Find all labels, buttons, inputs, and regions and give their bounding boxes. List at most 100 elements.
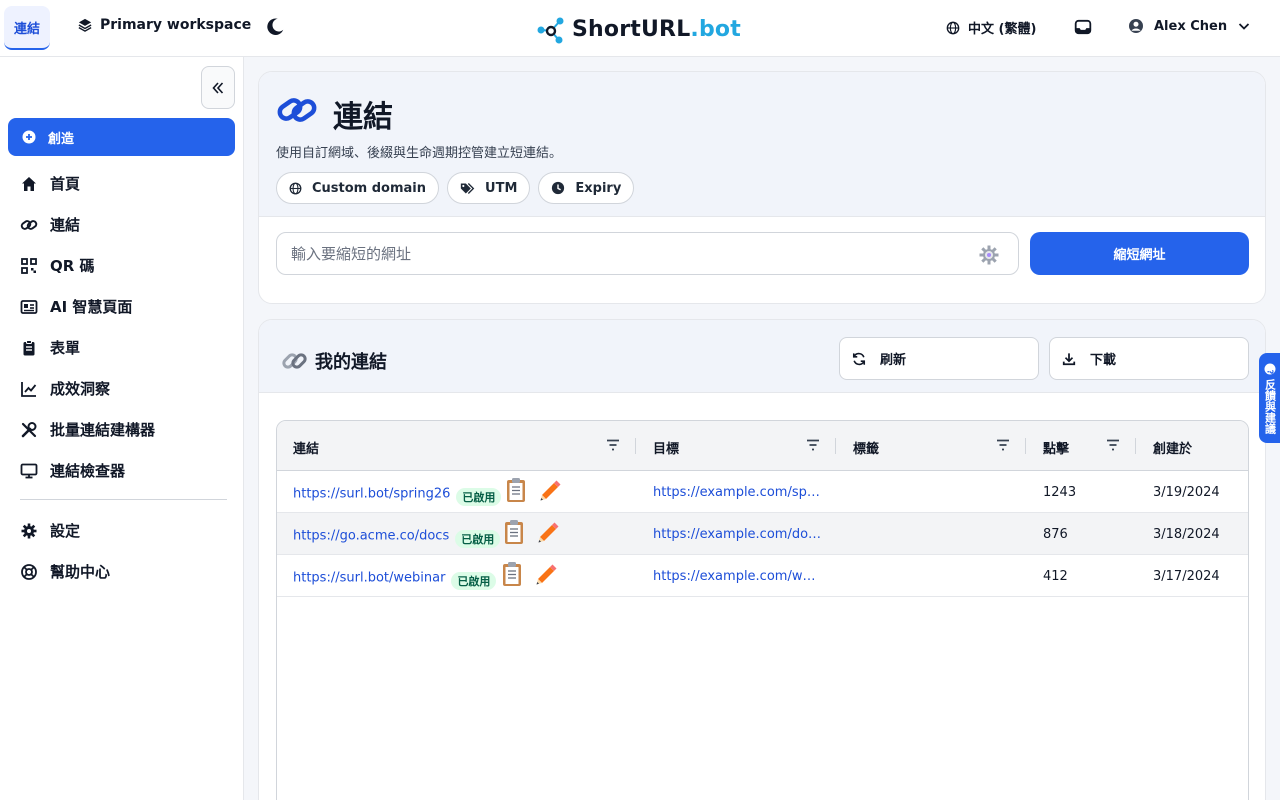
- feedback-tab[interactable]: ? 反饋與建議: [1259, 353, 1280, 443]
- language-label: 中文 (繁體): [968, 22, 1037, 37]
- shorten-url-button[interactable]: 縮短網址: [1030, 232, 1249, 275]
- pencil-icon[interactable]: [535, 519, 561, 545]
- language-selector[interactable]: 中文 (繁體): [946, 18, 1036, 37]
- sidebar-item-settings[interactable]: 設定: [0, 510, 244, 551]
- user-menu[interactable]: Alex Chen: [1128, 18, 1251, 34]
- sidebar-item-forms[interactable]: 表單: [0, 327, 244, 368]
- sidebar-item-bulk-builder[interactable]: 批量連結建構器: [0, 409, 244, 450]
- collapse-sidebar-button[interactable]: [201, 66, 235, 109]
- target-url[interactable]: https://example.com/webinar-registration: [653, 569, 823, 584]
- short-link[interactable]: https://surl.bot/spring26: [293, 487, 450, 502]
- logo[interactable]: ShortURL.bot: [536, 14, 741, 44]
- clock-icon: [552, 181, 565, 195]
- tools-icon: [21, 421, 37, 437]
- tab-links[interactable]: 連結: [4, 6, 50, 50]
- table-row: https://surl.bot/spring26 已啟用 https://exa…: [277, 471, 1248, 513]
- sidebar-item-label: 設定: [50, 522, 81, 540]
- chip-label: Expiry: [575, 180, 622, 196]
- column-header-created[interactable]: 創建於: [1153, 438, 1192, 457]
- logo-text: ShortURL: [572, 16, 691, 42]
- feature-chips: Custom domain UTM Expiry: [276, 172, 635, 204]
- sidebar-item-help[interactable]: 幫助中心: [0, 551, 244, 592]
- user-name: Alex Chen: [1154, 18, 1228, 34]
- sidebar-item-label: 批量連結建構器: [50, 421, 156, 439]
- plus-circle-icon: [22, 130, 36, 144]
- column-header-clicks[interactable]: 點擊: [1043, 438, 1069, 457]
- filter-icon[interactable]: [806, 439, 820, 451]
- help-circle-icon: ?: [1264, 363, 1275, 374]
- link-icon: [20, 219, 38, 230]
- copy-clipboard-icon[interactable]: [501, 561, 523, 587]
- sidebar: 創造 首頁 連結 QR 碼 AI 智慧頁面 表單 成效洞察 批量連結建構器 連結…: [0, 57, 244, 800]
- column-separator: [1025, 438, 1026, 454]
- url-input-placeholder: 輸入要縮短的網址: [291, 245, 412, 263]
- column-separator: [635, 438, 636, 454]
- chevron-down-icon: [1238, 23, 1250, 30]
- sidebar-item-home[interactable]: 首頁: [0, 163, 244, 204]
- column-separator: [835, 438, 836, 454]
- sidebar-item-link-checker[interactable]: 連結檢查器: [0, 450, 244, 491]
- column-header-tags[interactable]: 標籤: [853, 438, 879, 457]
- download-icon: [1062, 352, 1076, 365]
- row-actions: [503, 519, 561, 545]
- qr-code-icon: [21, 257, 37, 274]
- create-button[interactable]: 創造: [8, 118, 235, 156]
- inbox-icon[interactable]: [1074, 18, 1092, 36]
- filter-icon[interactable]: [996, 439, 1010, 451]
- workspace-name: Primary workspace: [100, 17, 252, 33]
- filter-icon[interactable]: [606, 439, 620, 451]
- clicks-cell: 412: [1043, 569, 1068, 584]
- sidebar-nav: 首頁 連結 QR 碼 AI 智慧頁面 表單 成效洞察 批量連結建構器 連結檢查器…: [0, 163, 244, 592]
- sidebar-item-insights[interactable]: 成效洞察: [0, 368, 244, 409]
- layers-icon: [78, 18, 92, 32]
- table-row: https://surl.bot/webinar 已啟用 https://exam…: [277, 555, 1248, 597]
- filter-icon[interactable]: [1106, 439, 1120, 451]
- pencil-icon[interactable]: [533, 561, 559, 587]
- download-button[interactable]: 下載: [1049, 337, 1249, 380]
- refresh-button[interactable]: 刷新: [839, 337, 1039, 380]
- target-url[interactable]: https://example.com/spring-sale: [653, 485, 823, 500]
- row-actions: [501, 561, 559, 587]
- sidebar-item-qr[interactable]: QR 碼: [0, 245, 244, 286]
- gear-icon: [21, 523, 37, 538]
- user-avatar-icon: [1129, 19, 1143, 33]
- top-bar: 連結 Primary workspace ShortURL.bot 中文 (繁體…: [0, 0, 1280, 57]
- chip-label: UTM: [485, 180, 518, 196]
- sidebar-item-label: 幫助中心: [50, 563, 111, 581]
- settings-gear-icon[interactable]: [978, 244, 1000, 266]
- my-links-header: 我的連結 刷新 下載: [259, 320, 1265, 393]
- copy-clipboard-icon[interactable]: [505, 477, 527, 503]
- copy-clipboard-icon[interactable]: [503, 519, 525, 545]
- column-header-target[interactable]: 目標: [653, 438, 679, 457]
- status-badge: 已啟用: [451, 572, 497, 590]
- status-badge: 已啟用: [455, 530, 501, 548]
- chip-label: Custom domain: [312, 180, 427, 196]
- column-header-link[interactable]: 連結: [293, 438, 319, 457]
- chip-expiry[interactable]: Expiry: [538, 172, 635, 204]
- logo-icon: [537, 17, 564, 44]
- home-icon: [22, 176, 36, 191]
- sidebar-item-links[interactable]: 連結: [0, 204, 244, 245]
- svg-text:?: ?: [1265, 369, 1274, 374]
- refresh-icon: [852, 352, 866, 365]
- short-link[interactable]: https://surl.bot/webinar: [293, 571, 445, 586]
- created-cell: 3/17/2024: [1153, 569, 1220, 584]
- workspace-selector[interactable]: Primary workspace: [78, 17, 251, 33]
- my-links-title: 我的連結: [281, 348, 387, 374]
- chip-utm[interactable]: UTM: [447, 172, 531, 204]
- pencil-icon[interactable]: [537, 477, 563, 503]
- create-link-header: 連結 使用自訂網域、後綴與生命週期控管建立短連結。 Custom domain …: [259, 72, 1265, 217]
- sidebar-item-ai-pages[interactable]: AI 智慧頁面: [0, 286, 244, 327]
- url-input[interactable]: 輸入要縮短的網址: [276, 232, 1019, 275]
- globe-icon: [946, 21, 960, 34]
- chip-custom-domain[interactable]: Custom domain: [276, 172, 440, 204]
- links-table: 連結 目標 標籤 點擊 創建於 https://surl.bot/spring2…: [276, 420, 1249, 800]
- target-url[interactable]: https://example.com/docs/getting-started: [653, 527, 823, 542]
- clipboard-icon: [23, 339, 35, 355]
- monitor-icon: [20, 463, 38, 478]
- create-label: 創造: [48, 131, 75, 147]
- short-link[interactable]: https://go.acme.co/docs: [293, 529, 449, 544]
- download-label: 下載: [1090, 353, 1117, 368]
- page-title: 連結: [333, 100, 393, 135]
- moon-icon[interactable]: [264, 16, 286, 38]
